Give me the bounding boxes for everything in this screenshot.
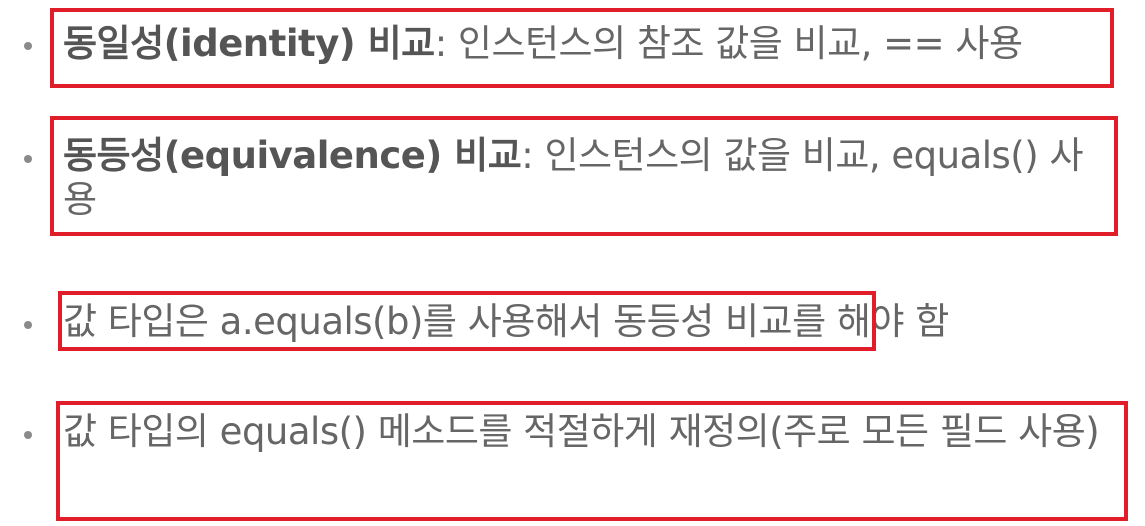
- highlight-box: [58, 291, 876, 351]
- bullet-dot: [24, 431, 32, 439]
- highlight-box: [50, 8, 1114, 88]
- highlight-box: [50, 116, 1118, 236]
- bullet-dot: [24, 321, 32, 329]
- bullet-dot: [24, 155, 32, 163]
- highlight-box: [56, 401, 1128, 521]
- bullet-dot: [24, 42, 32, 50]
